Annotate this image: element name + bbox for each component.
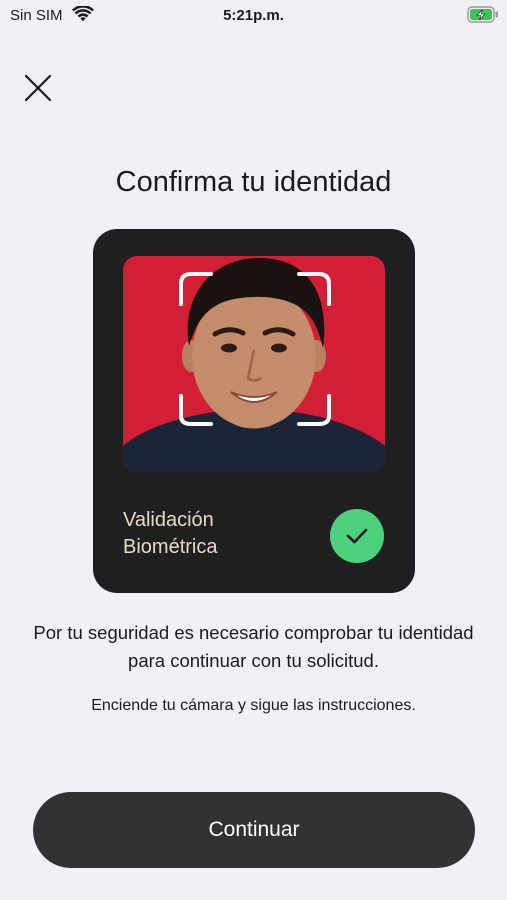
security-description: Por tu seguridad es necesario comprobar … <box>33 622 474 671</box>
identity-screen: Sin SIM 5:21p.m. Confirma tu identidad V… <box>0 0 507 900</box>
close-icon[interactable] <box>22 72 54 104</box>
validation-status-badge <box>330 509 384 563</box>
continue-button[interactable]: Continuar <box>33 792 475 868</box>
face-illustration <box>123 257 385 472</box>
biometric-validation-label: Validación Biométrica <box>123 509 218 558</box>
camera-hint: Enciende tu cámara y sigue las instrucci… <box>91 697 416 714</box>
clock: 5:21p.m. <box>223 7 284 24</box>
face-photo <box>123 256 385 472</box>
biometric-card: Validación Biométrica <box>93 229 415 593</box>
status-bar: Sin SIM 5:21p.m. <box>0 0 507 30</box>
battery-charging-icon <box>467 6 498 23</box>
page-title: Confirma tu identidad <box>115 166 392 198</box>
checkmark-icon <box>346 528 368 544</box>
